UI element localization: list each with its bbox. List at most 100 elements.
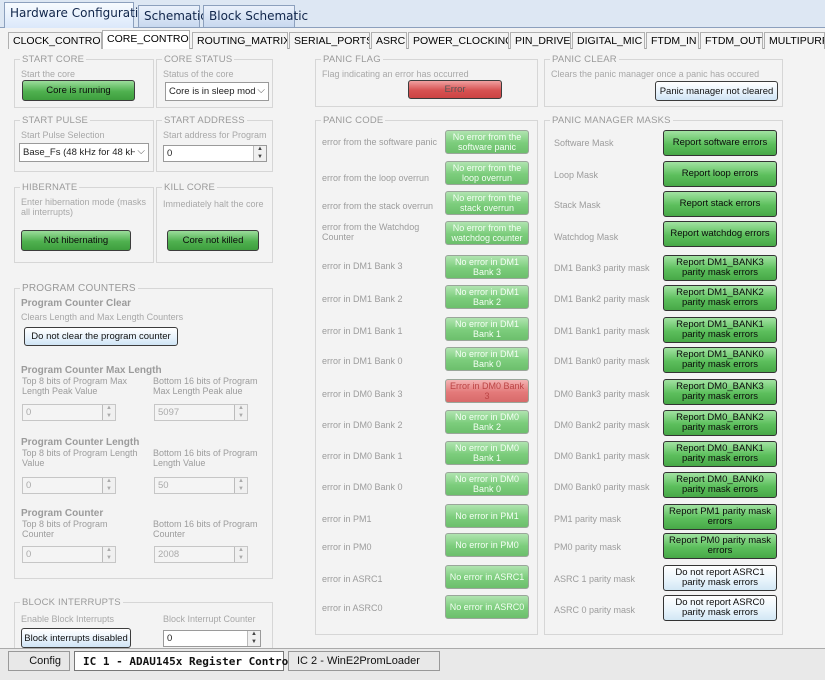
- panic-code-indicator[interactable]: No error in DM1 Bank 0: [445, 347, 529, 371]
- panic-mask-label: ASRC 0 parity mask: [554, 605, 636, 615]
- hibernate-panel: HIBERNATE Enter hibernation mode (masks …: [14, 182, 154, 263]
- panic-mask-button[interactable]: Report software errors: [663, 130, 777, 156]
- arrow-up-icon[interactable]: ▲: [235, 405, 247, 413]
- panic-code-indicator[interactable]: No error in DM0 Bank 0: [445, 472, 529, 496]
- arrow-down-icon[interactable]: ▼: [103, 555, 115, 563]
- panic-code-indicator[interactable]: No error in DM1 Bank 1: [445, 317, 529, 341]
- panic-mask-button[interactable]: Do not report ASRC1 parity mask errors: [663, 565, 777, 591]
- panic-code-indicator[interactable]: No error in ASRC0: [445, 595, 529, 619]
- panic-code-indicator[interactable]: No error in DM1 Bank 3: [445, 255, 529, 279]
- arrow-up-icon[interactable]: ▲: [254, 146, 266, 154]
- panic-code-indicator[interactable]: No error in PM0: [445, 533, 529, 557]
- panic-mask-button[interactable]: Report DM1_BANK3 parity mask errors: [663, 255, 777, 281]
- panic-flag-button[interactable]: Error: [408, 80, 502, 99]
- arrow-up-icon[interactable]: ▲: [103, 547, 115, 555]
- arrow-down-icon[interactable]: ▼: [235, 413, 247, 421]
- panic-mask-label: Stack Mask: [554, 200, 601, 210]
- panic-mask-button[interactable]: Report DM0_BANK0 parity mask errors: [663, 472, 777, 498]
- block-interrupt-counter-stepper[interactable]: 0 ▲ ▼: [163, 630, 261, 647]
- core-status-panel: CORE STATUS Status of the core Core is i…: [156, 54, 273, 108]
- panic-flag-desc: Flag indicating an error has occurred: [322, 69, 469, 79]
- panic-code-label: error in PM0: [322, 542, 372, 552]
- arrow-down-icon[interactable]: ▼: [103, 413, 115, 421]
- pc-clear-button[interactable]: Do not clear the program counter: [24, 327, 178, 346]
- panic-clear-button[interactable]: Panic manager not cleared: [655, 81, 778, 101]
- tab-ic1-register-controls[interactable]: IC 1 - ADAU145x Register Controls: [74, 651, 302, 671]
- arrow-up-icon[interactable]: ▲: [248, 631, 260, 639]
- tab-asrc[interactable]: ASRC: [371, 32, 407, 49]
- tab-config[interactable]: Config: [8, 651, 70, 671]
- tab-hardware-configuration[interactable]: Hardware Configuration: [4, 2, 153, 28]
- pc-length-bottom-stepper[interactable]: 50 ▲ ▼: [154, 477, 248, 494]
- arrow-down-icon[interactable]: ▼: [254, 154, 266, 162]
- arrow-down-icon[interactable]: ▼: [235, 486, 247, 494]
- pc-top-stepper[interactable]: 0 ▲ ▼: [22, 546, 116, 563]
- arrow-up-icon[interactable]: ▲: [235, 547, 247, 555]
- panic-code-indicator[interactable]: No error in DM0 Bank 2: [445, 410, 529, 434]
- block-interrupts-panel: BLOCK INTERRUPTS Enable Block Interrupts…: [14, 597, 273, 648]
- panic-code-indicator[interactable]: No error from the stack overrun: [445, 191, 529, 215]
- pc-length-heading: Program Counter Length: [21, 437, 140, 448]
- tab-block-schematic[interactable]: Block Schematic: [203, 5, 308, 27]
- panic-mask-button[interactable]: Report DM0_BANK1 parity mask errors: [663, 441, 777, 467]
- kill-core-button[interactable]: Core not killed: [167, 230, 259, 251]
- pc-max-top-stepper[interactable]: 0 ▲ ▼: [22, 404, 116, 421]
- panic-mask-button[interactable]: Report PM0 parity mask errors: [663, 533, 777, 559]
- arrow-down-icon[interactable]: ▼: [248, 639, 260, 647]
- pc-length-top-stepper[interactable]: 0 ▲ ▼: [22, 477, 116, 494]
- arrow-up-icon[interactable]: ▲: [103, 405, 115, 413]
- panic-mask-button[interactable]: Report stack errors: [663, 191, 777, 217]
- pc-max-bottom-stepper[interactable]: 5097 ▲ ▼: [154, 404, 248, 421]
- tab-ic2-wine2promloader[interactable]: IC 2 - WinE2PromLoader: [288, 651, 440, 671]
- panic-code-indicator[interactable]: No error in ASRC1: [445, 565, 529, 589]
- panic-code-indicator[interactable]: No error in DM1 Bank 2: [445, 285, 529, 309]
- arrow-down-icon[interactable]: ▼: [235, 555, 247, 563]
- arrow-up-icon[interactable]: ▲: [103, 478, 115, 486]
- arrow-up-icon[interactable]: ▲: [235, 478, 247, 486]
- panic-mask-label: PM1 parity mask: [554, 514, 622, 524]
- start-pulse-select[interactable]: Base_Fs (48 kHz for 48 kH ⌵: [19, 143, 149, 162]
- core-running-button[interactable]: Core is running: [22, 80, 135, 101]
- panic-mask-button[interactable]: Report watchdog errors: [663, 221, 777, 247]
- panic-clear-panel: PANIC CLEAR Clears the panic manager onc…: [544, 54, 783, 107]
- arrow-down-icon[interactable]: ▼: [103, 486, 115, 494]
- tab-serial-ports[interactable]: SERIAL_PORTS: [289, 32, 370, 49]
- block-interrupts-button[interactable]: Block interrupts disabled: [21, 628, 131, 648]
- tab-ftdm-in[interactable]: FTDM_IN: [646, 32, 699, 49]
- panic-mask-button[interactable]: Report DM1_BANK2 parity mask errors: [663, 285, 777, 311]
- panic-code-indicator[interactable]: No error from the watchdog counter: [445, 221, 529, 245]
- panic-mask-button[interactable]: Report DM0_BANK2 parity mask errors: [663, 410, 777, 436]
- tab-power-clocking[interactable]: POWER_CLOCKING: [408, 32, 509, 49]
- start-address-stepper[interactable]: 0 ▲ ▼: [163, 145, 267, 162]
- panic-mask-button[interactable]: Report DM0_BANK3 parity mask errors: [663, 379, 777, 405]
- panic-code-indicator[interactable]: No error in DM0 Bank 1: [445, 441, 529, 465]
- panic-mask-button[interactable]: Report PM1 parity mask errors: [663, 504, 777, 530]
- panic-mask-button[interactable]: Report loop errors: [663, 161, 777, 187]
- pc-length-top-value: 0: [26, 480, 32, 491]
- tab-pin-drive[interactable]: PIN_DRIVE: [510, 32, 571, 49]
- panic-code-indicator[interactable]: No error in PM1: [445, 504, 529, 528]
- tab-core-control[interactable]: CORE_CONTROL: [102, 30, 190, 49]
- block-interrupt-counter-label: Block Interrupt Counter: [163, 614, 256, 624]
- panic-mask-label: DM0 Bank0 parity mask: [554, 482, 650, 492]
- panic-code-panel: PANIC CODE error from the software panic…: [315, 115, 538, 635]
- pc-bottom-stepper[interactable]: 2008 ▲ ▼: [154, 546, 248, 563]
- tab-digital-mic[interactable]: DIGITAL_MIC: [572, 32, 645, 49]
- start-core-desc: Start the core: [21, 69, 76, 79]
- core-status-desc: Status of the core: [163, 69, 234, 79]
- panic-code-indicator[interactable]: Error in DM0 Bank 3: [445, 379, 529, 403]
- tab-clock-control[interactable]: CLOCK_CONTROL: [8, 32, 102, 49]
- panic-mask-button[interactable]: Report DM1_BANK0 parity mask errors: [663, 347, 777, 373]
- program-counters-title: PROGRAM COUNTERS: [20, 283, 138, 294]
- panic-mask-button[interactable]: Do not report ASRC0 parity mask errors: [663, 595, 777, 621]
- tab-multipurpose[interactable]: MULTIPURPO: [764, 32, 825, 49]
- tab-schematic[interactable]: Schematic: [138, 5, 207, 27]
- panic-mask-button[interactable]: Report DM1_BANK1 parity mask errors: [663, 317, 777, 343]
- panic-code-indicator[interactable]: No error from the software panic: [445, 130, 529, 154]
- panic-code-indicator[interactable]: No error from the loop overrun: [445, 161, 529, 185]
- tab-routing-matrix[interactable]: ROUTING_MATRIX: [192, 32, 288, 49]
- tab-ftdm-out[interactable]: FTDM_OUT: [700, 32, 763, 49]
- hibernate-button[interactable]: Not hibernating: [21, 230, 131, 251]
- core-status-select[interactable]: Core is in sleep mod ⌵: [165, 82, 269, 101]
- panic-code-label: error in DM1 Bank 3: [322, 261, 403, 271]
